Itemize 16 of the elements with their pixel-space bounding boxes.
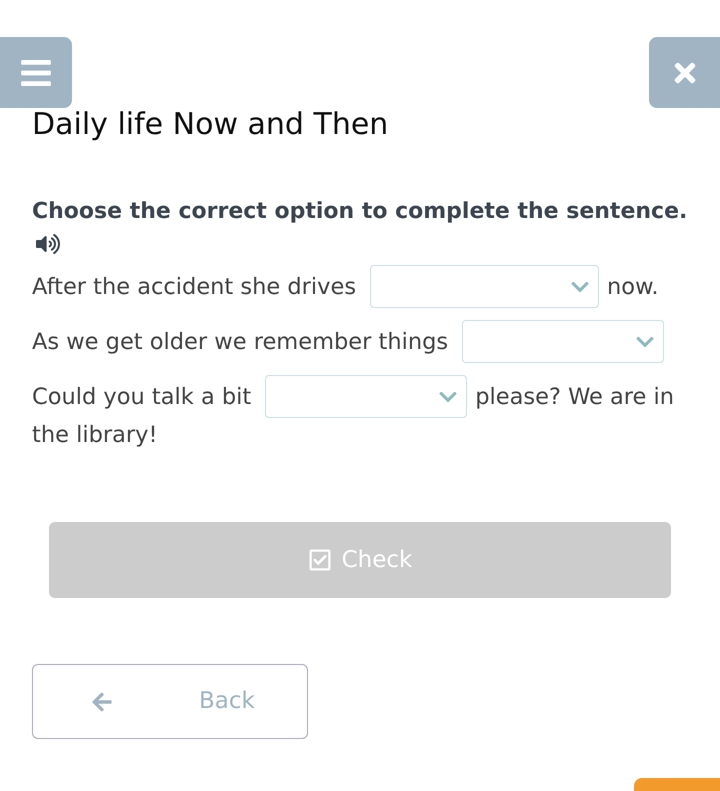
answer-dropdown[interactable] bbox=[370, 265, 600, 308]
answer-dropdown[interactable] bbox=[265, 375, 468, 418]
sentence-text: As we get older we remember things bbox=[32, 328, 448, 356]
answer-dropdown[interactable] bbox=[462, 320, 664, 363]
sentence-text: Could you talk a bit bbox=[32, 382, 252, 412]
page-title: Daily life Now and Then bbox=[32, 108, 390, 142]
sentence-text: please? We are in bbox=[475, 382, 674, 412]
speaker-icon[interactable] bbox=[36, 233, 60, 255]
instruction-text: Choose the correct option to complete the sentence. bbox=[32, 198, 688, 226]
back-button[interactable]: Back bbox=[32, 664, 308, 739]
sentence-text: After the accident she drives bbox=[32, 272, 356, 302]
close-button[interactable] bbox=[649, 37, 720, 108]
menu-button[interactable] bbox=[0, 37, 72, 108]
sentence-text: now. bbox=[607, 272, 659, 302]
checkbox-icon bbox=[308, 548, 332, 572]
sentence-text: the library! bbox=[32, 421, 158, 450]
